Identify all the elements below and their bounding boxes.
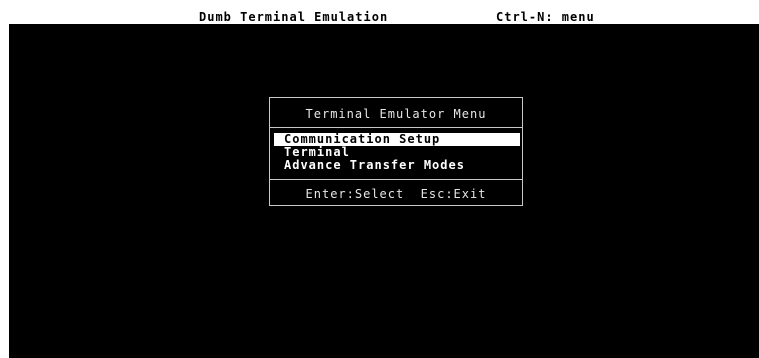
divider xyxy=(270,127,522,128)
menu-key-hints: Enter:Select Esc:Exit xyxy=(305,187,487,201)
menu-shortcut-hint: Ctrl-N: menu xyxy=(496,10,595,24)
terminal-emulator-menu: Terminal Emulator Menu Communication Set… xyxy=(269,97,523,206)
status-bar: Dumb Terminal Emulation Ctrl-N: menu xyxy=(9,10,759,24)
divider xyxy=(270,179,522,180)
status-title: Dumb Terminal Emulation xyxy=(199,10,389,24)
menu-item-advance-transfer-modes[interactable]: Advance Transfer Modes xyxy=(274,159,520,172)
terminal-screen: Dumb Terminal Emulation Ctrl-N: menu Ter… xyxy=(9,10,759,358)
menu-title: Terminal Emulator Menu xyxy=(305,107,487,121)
